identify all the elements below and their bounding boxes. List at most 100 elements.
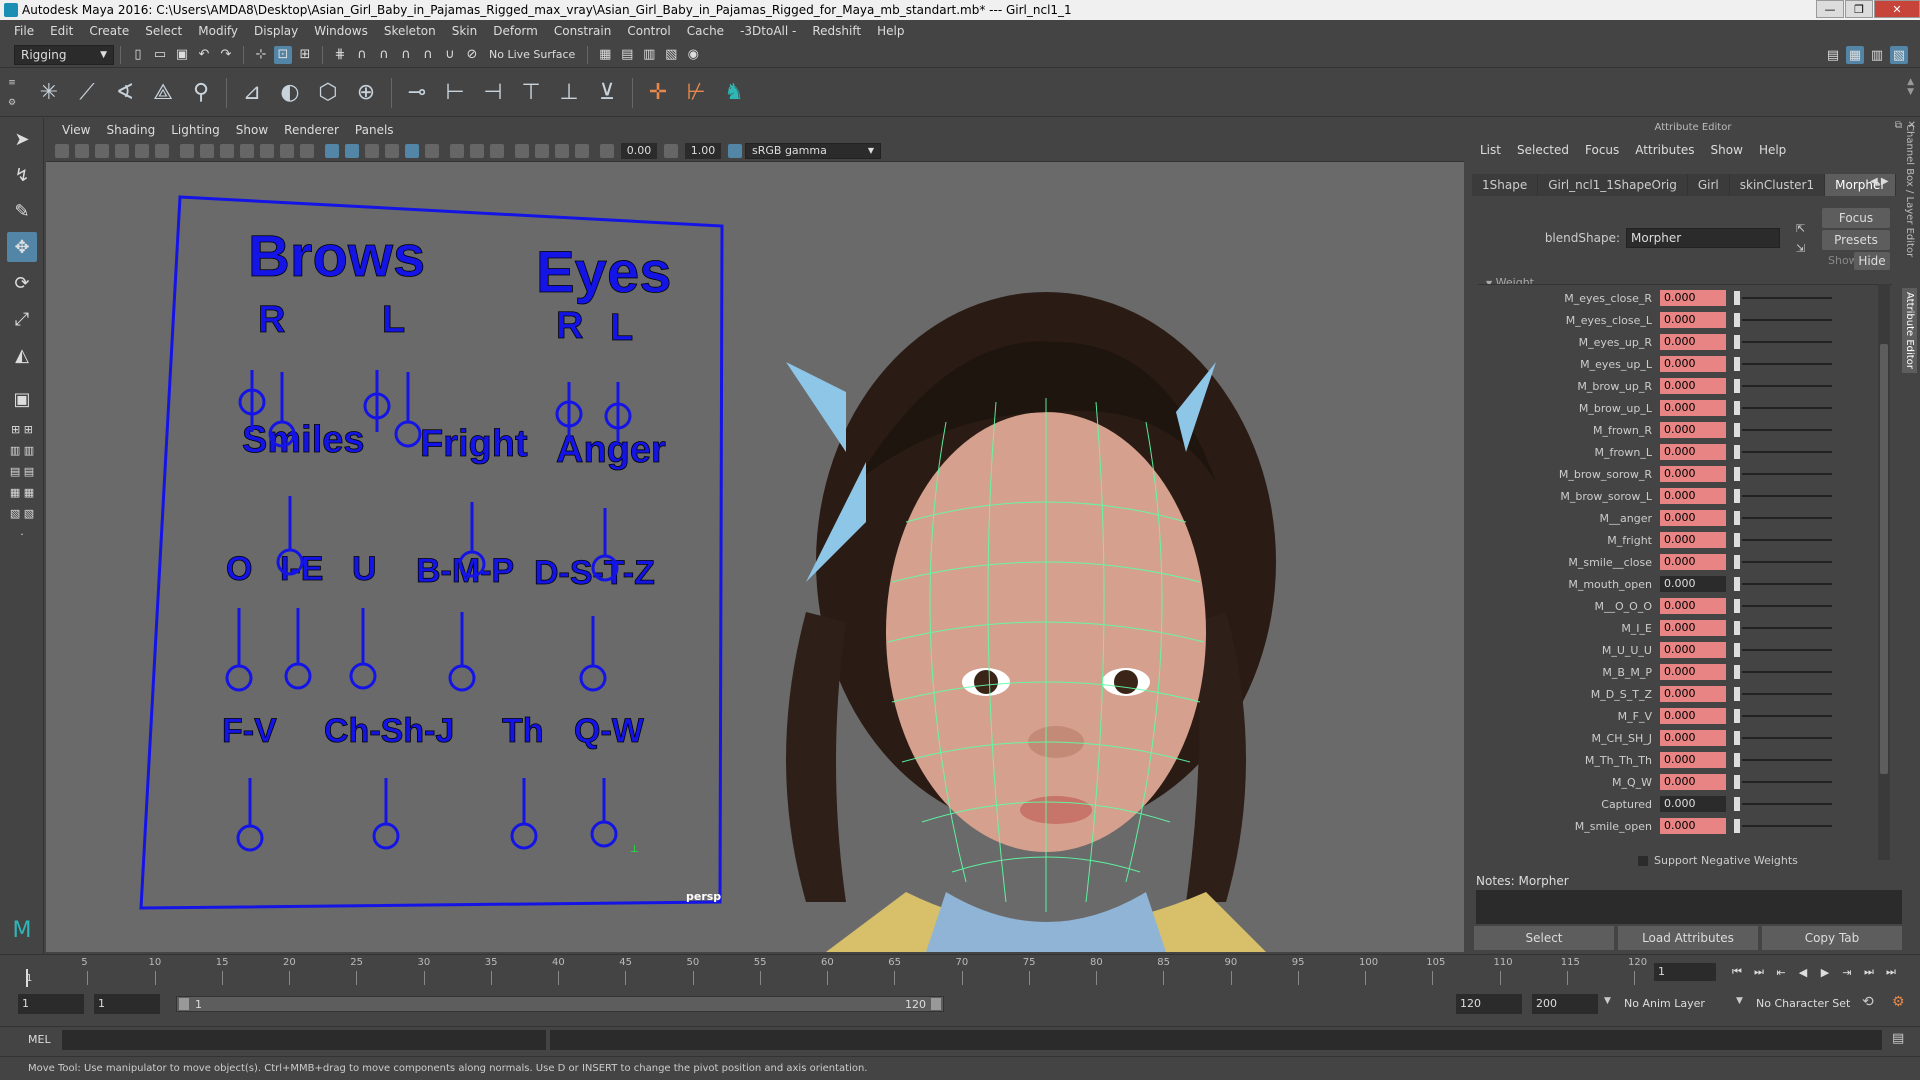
weight-slider-track[interactable]	[1742, 451, 1832, 453]
go-to-start-icon[interactable]: ⏮	[1726, 963, 1748, 981]
weight-value-field[interactable]: 0.000	[1660, 642, 1726, 658]
viewport-scene[interactable]: Brows Eyes R L R L Smiles Fright Anger O…	[46, 162, 1464, 952]
weight-slider-track[interactable]	[1742, 297, 1832, 299]
menu-select[interactable]: Select	[137, 24, 190, 38]
character-girl-mesh[interactable]	[786, 292, 1276, 952]
magnet-icon[interactable]: ∪	[441, 46, 459, 64]
isolate-select-icon[interactable]	[575, 143, 589, 158]
weight-value-field[interactable]: 0.000	[1660, 290, 1726, 306]
weight-scrollbar[interactable]	[1878, 284, 1890, 860]
layout-more-icon[interactable]: ·	[7, 525, 37, 543]
select-object-icon[interactable]: ⊡	[274, 45, 292, 64]
textured-icon[interactable]	[405, 143, 419, 158]
select-button[interactable]: Select	[1474, 926, 1614, 950]
ae-menu-help[interactable]: Help	[1751, 143, 1794, 157]
weight-slider-track[interactable]	[1742, 407, 1832, 409]
presets-button[interactable]: Presets	[1822, 230, 1890, 250]
weight-value-field[interactable]: 0.000	[1660, 554, 1726, 570]
weight-value-field[interactable]: 0.000	[1660, 356, 1726, 372]
support-negative-checkbox[interactable]	[1638, 855, 1648, 866]
weight-slider-handle[interactable]	[1734, 291, 1740, 305]
create-joints-icon[interactable]: ✳	[34, 78, 64, 108]
weight-slider-track[interactable]	[1742, 341, 1832, 343]
ae-menu-focus[interactable]: Focus	[1577, 143, 1627, 157]
menu-control[interactable]: Control	[619, 24, 678, 38]
weight-slider-handle[interactable]	[1734, 555, 1740, 569]
weight-slider-handle[interactable]	[1734, 621, 1740, 635]
grid-icon[interactable]	[180, 143, 194, 158]
orient-constraint-icon[interactable]: ⊣	[478, 78, 508, 108]
layout-four-icon[interactable]: ⊞ ⊞	[7, 420, 37, 438]
ik-spline-icon[interactable]: ∢	[110, 78, 140, 108]
weight-value-field[interactable]: 0.000	[1660, 334, 1726, 350]
go-to-end-icon[interactable]: ⏭	[1880, 963, 1902, 981]
weight-value-field[interactable]: 0.000	[1660, 796, 1726, 812]
use-lights-icon[interactable]	[425, 143, 439, 158]
open-scene-icon[interactable]: ▭	[151, 46, 169, 64]
select-tool-icon[interactable]: ➤	[7, 124, 37, 154]
menu-skeleton[interactable]: Skeleton	[376, 24, 444, 38]
xray-icon[interactable]	[515, 143, 529, 158]
motion-blur-icon[interactable]	[490, 143, 504, 158]
weight-slider-track[interactable]	[1742, 429, 1832, 431]
weight-slider-track[interactable]	[1742, 737, 1832, 739]
menu-file[interactable]: File	[6, 24, 42, 38]
ambient-occlusion-icon[interactable]	[470, 143, 484, 158]
weight-slider-track[interactable]	[1742, 627, 1832, 629]
weight-slider-track[interactable]	[1742, 693, 1832, 695]
move-tool-icon[interactable]: ✥	[7, 232, 37, 262]
weight-value-field[interactable]: 0.000	[1660, 444, 1726, 460]
snap-grid-icon[interactable]: ⋕	[331, 46, 349, 64]
ae-menu-show[interactable]: Show	[1703, 143, 1751, 157]
weight-slider-handle[interactable]	[1734, 665, 1740, 679]
point-constraint-icon[interactable]: ⊸	[402, 78, 432, 108]
weight-slider-track[interactable]	[1742, 319, 1832, 321]
script-editor-icon[interactable]: ▤	[1892, 1031, 1904, 1046]
tab-skincluster[interactable]: skinCluster1	[1730, 174, 1826, 196]
tool-settings-icon[interactable]: ▥	[1868, 46, 1886, 64]
weight-slider-track[interactable]	[1742, 561, 1832, 563]
rig-control-o[interactable]	[225, 664, 253, 692]
vp-menu-show[interactable]: Show	[228, 123, 276, 137]
rotate-tool-icon[interactable]: ⟳	[7, 268, 37, 298]
xray-components-icon[interactable]	[555, 143, 569, 158]
tab-shape-orig[interactable]: Girl_ncl1_1ShapeOrig	[1538, 174, 1688, 196]
step-forward-frame-icon[interactable]: ⇥	[1836, 963, 1858, 981]
render-view-icon[interactable]: ▤	[618, 46, 636, 64]
smooth-shade-icon[interactable]	[345, 143, 359, 158]
exposure-icon[interactable]	[600, 143, 614, 158]
character-set-dropdown[interactable]: No Character Set	[1752, 994, 1864, 1014]
rig-control-brow-l-outer[interactable]	[394, 420, 422, 448]
new-scene-icon[interactable]: ▯	[129, 46, 147, 64]
scroll-thumb[interactable]	[1880, 344, 1888, 774]
channel-box-side-tab[interactable]: Channel Box / Layer Editor	[1904, 124, 1915, 257]
redo-icon[interactable]: ↷	[217, 46, 235, 64]
go-output-icon[interactable]: ⇲	[1796, 242, 1805, 255]
weight-slider-track[interactable]	[1742, 539, 1832, 541]
weight-value-field[interactable]: 0.000	[1660, 532, 1726, 548]
pole-vector-icon[interactable]: ⊻	[592, 78, 622, 108]
locator-icon[interactable]: ✛	[643, 78, 673, 108]
vp-menu-view[interactable]: View	[54, 123, 98, 137]
mel-label[interactable]: MEL	[28, 1033, 51, 1046]
lasso-tool-icon[interactable]: ↯	[7, 160, 37, 190]
playback-end-field[interactable]: 120	[1456, 994, 1522, 1014]
menu-modify[interactable]: Modify	[190, 24, 246, 38]
channel-box-toggle-icon[interactable]: ▧	[1890, 46, 1908, 64]
weight-slider-handle[interactable]	[1734, 753, 1740, 767]
select-component-icon[interactable]: ⊞	[296, 46, 314, 64]
current-frame-field[interactable]: 1	[1654, 963, 1716, 981]
playback-start-field[interactable]: 1	[94, 994, 160, 1014]
weight-slider-handle[interactable]	[1734, 709, 1740, 723]
anim-layer-dropdown[interactable]: No Anim Layer	[1620, 994, 1736, 1014]
copy-tab-button[interactable]: Copy Tab	[1762, 926, 1902, 950]
weight-slider-handle[interactable]	[1734, 335, 1740, 349]
render-current-icon[interactable]: ▦	[596, 46, 614, 64]
mel-input[interactable]	[62, 1030, 546, 1050]
color-space-dropdown[interactable]: sRGB gamma ▼	[745, 142, 881, 159]
blendshape-name-field[interactable]: Morpher	[1626, 228, 1780, 248]
weight-value-field[interactable]: 0.000	[1660, 818, 1726, 834]
weight-value-field[interactable]: 0.000	[1660, 488, 1726, 504]
weight-slider-track[interactable]	[1742, 671, 1832, 673]
weight-slider-track[interactable]	[1742, 385, 1832, 387]
